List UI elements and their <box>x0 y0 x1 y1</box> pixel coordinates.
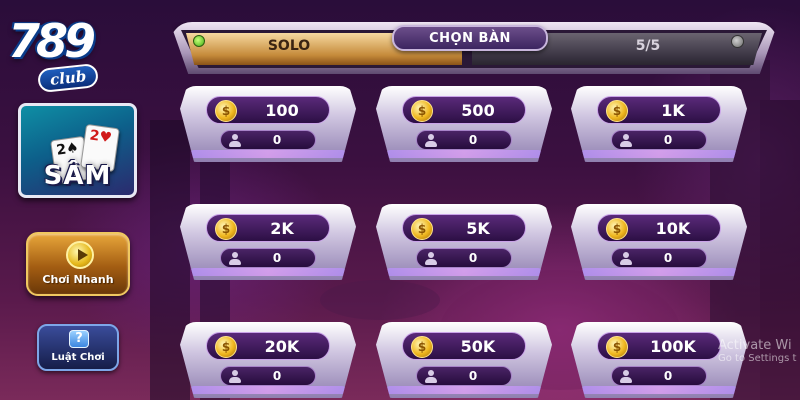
player-count-pill: 0 <box>220 130 316 150</box>
player-count: 0 <box>468 369 478 383</box>
table-card[interactable]: $ 20K 0 <box>180 322 356 398</box>
person-icon <box>620 252 632 265</box>
logo-digits: 789 <box>8 14 96 68</box>
bet-value: 100 <box>265 101 299 120</box>
bet-pill: $ 20K <box>206 332 330 360</box>
bet-pill: $ 50K <box>402 332 526 360</box>
coin-icon: $ <box>215 100 237 122</box>
player-count: 0 <box>272 369 282 383</box>
player-count: 0 <box>468 251 478 265</box>
play-icon <box>66 241 94 269</box>
coin-icon: $ <box>411 100 433 122</box>
bet-pill: $ 5K <box>402 214 526 242</box>
brand-logo: 789 club <box>8 14 108 94</box>
inactive-indicator-icon <box>731 35 744 48</box>
bet-pill: $ 100K <box>597 332 721 360</box>
player-count-pill: 0 <box>611 248 707 268</box>
bet-value: 10K <box>655 219 691 238</box>
player-count: 0 <box>663 369 673 383</box>
player-count: 0 <box>663 133 673 147</box>
bet-value: 50K <box>460 337 496 356</box>
table-card[interactable]: $ 500 0 <box>376 86 552 162</box>
person-icon <box>229 252 241 265</box>
logo-club-label: club <box>36 62 100 94</box>
coin-icon: $ <box>606 100 628 122</box>
person-icon <box>229 370 241 383</box>
player-count-pill: 0 <box>611 366 707 386</box>
help-icon: ? <box>69 330 89 348</box>
solo-mode-label: SOLO <box>267 38 311 54</box>
coin-icon: $ <box>606 218 628 240</box>
player-count-pill: 0 <box>220 366 316 386</box>
player-count: 0 <box>663 251 673 265</box>
player-count: 0 <box>272 251 282 265</box>
person-icon <box>229 134 241 147</box>
bet-value: 20K <box>264 337 300 356</box>
bet-pill: $ 1K <box>597 96 721 124</box>
coin-icon: $ <box>411 218 433 240</box>
bet-pill: $ 2K <box>206 214 330 242</box>
person-icon <box>425 370 437 383</box>
table-card[interactable]: $ 100 0 <box>180 86 356 162</box>
bet-pill: $ 10K <box>597 214 721 242</box>
rules-label: Luật Chơi <box>51 352 105 363</box>
watermark-line: Go to Settings t <box>718 353 797 364</box>
coin-icon: $ <box>411 336 433 358</box>
quick-play-button[interactable]: Chơi Nhanh <box>26 232 130 296</box>
bet-pill: $ 500 <box>402 96 526 124</box>
bet-value: 100K <box>650 337 696 356</box>
coin-icon: $ <box>606 336 628 358</box>
person-icon <box>620 134 632 147</box>
table-count-label: 5/5 <box>635 38 661 54</box>
player-count: 0 <box>272 133 282 147</box>
player-count-pill: 0 <box>416 248 512 268</box>
bet-value: 500 <box>461 101 495 120</box>
bet-pill: $ 100 <box>206 96 330 124</box>
person-icon <box>425 134 437 147</box>
activation-watermark: Activate Wi Go to Settings t <box>718 338 800 364</box>
person-icon <box>425 252 437 265</box>
page-title-tab: CHỌN BÀN <box>392 25 548 51</box>
person-icon <box>620 370 632 383</box>
table-card[interactable]: $ 10K 0 <box>571 204 747 280</box>
player-count-pill: 0 <box>220 248 316 268</box>
player-count-pill: 0 <box>416 130 512 150</box>
table-card[interactable]: $ 1K 0 <box>571 86 747 162</box>
bet-value: 1K <box>661 101 685 120</box>
player-count-pill: 0 <box>611 130 707 150</box>
table-card[interactable]: $ 50K 0 <box>376 322 552 398</box>
game-card-sam: 2♠ 2♥ SÂM <box>18 103 137 198</box>
page-title: CHỌN BÀN <box>429 31 511 46</box>
bet-value: 2K <box>270 219 294 238</box>
coin-icon: $ <box>215 336 237 358</box>
coin-icon: $ <box>215 218 237 240</box>
table-card[interactable]: $ 2K 0 <box>180 204 356 280</box>
table-card[interactable]: $ 5K 0 <box>376 204 552 280</box>
game-title: SÂM <box>43 161 112 191</box>
watermark-line: Activate Wi <box>718 338 792 353</box>
quick-play-label: Chơi Nhanh <box>42 273 114 286</box>
rules-button[interactable]: ? Luật Chơi <box>37 324 119 371</box>
player-count: 0 <box>468 133 478 147</box>
bet-value: 5K <box>466 219 490 238</box>
player-count-pill: 0 <box>416 366 512 386</box>
